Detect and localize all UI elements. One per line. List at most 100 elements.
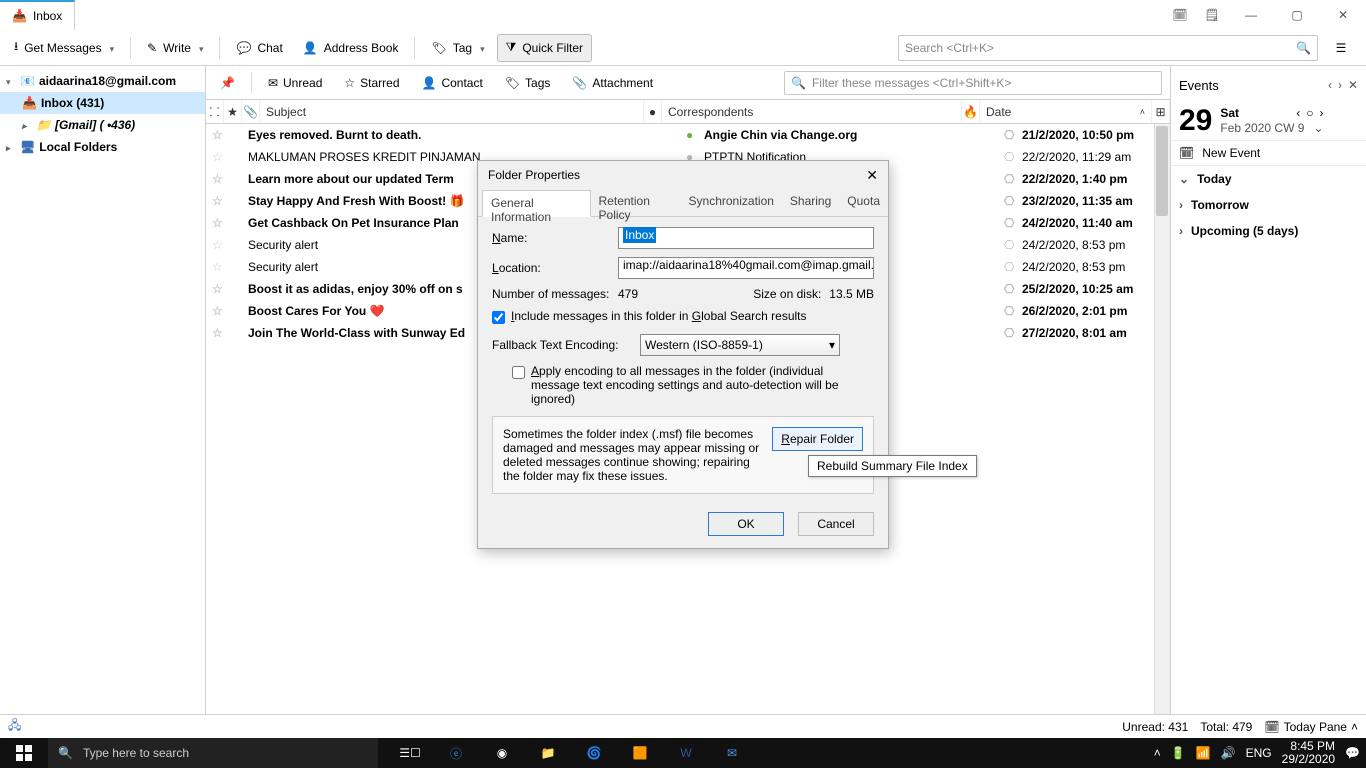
today-section[interactable]: Today [1171, 166, 1366, 192]
star-toggle[interactable]: ☆ [206, 172, 224, 186]
star-toggle[interactable]: ☆ [206, 326, 224, 340]
wifi-icon[interactable]: 📶 [1196, 746, 1211, 760]
folder-location-input[interactable]: imap://aidaarina18%40gmail.com@imap.gmai… [618, 257, 874, 279]
local-folders[interactable]: 🖥 Local Folders [0, 136, 205, 158]
filter-contact[interactable]: 👤Contact [416, 70, 489, 96]
filter-starred[interactable]: ☆Starred [338, 70, 405, 96]
star-toggle[interactable]: ☆ [206, 150, 224, 164]
tab-quota[interactable]: Quota [839, 189, 888, 216]
star-toggle[interactable]: ☆ [206, 260, 224, 274]
maximize-button[interactable]: ▢ [1274, 0, 1320, 30]
tab-retention[interactable]: Retention Policy [591, 189, 681, 216]
thread-icon: ⎔ [998, 150, 1016, 164]
explorer-icon[interactable]: 📁 [526, 738, 570, 768]
star-toggle[interactable]: ☆ [206, 128, 224, 142]
tray-chevron-up-icon[interactable]: ˄ [1154, 746, 1161, 760]
taskbar-clock[interactable]: 8:45 PM 29/2/2020 [1282, 740, 1335, 766]
edge-icon[interactable]: ⓔ [434, 738, 478, 768]
thunderbird-icon[interactable]: ✉ [710, 738, 754, 768]
tag-button[interactable]: 🏷 Tag [423, 34, 492, 62]
start-button[interactable] [0, 738, 48, 768]
col-subject[interactable]: Subject [260, 100, 644, 123]
close-pane-icon[interactable]: ✕ [1348, 78, 1358, 92]
apply-encoding-checkbox[interactable] [512, 366, 525, 379]
quick-filter-button[interactable]: ⧩ Quick Filter [497, 34, 592, 62]
star-toggle[interactable]: ☆ [206, 216, 224, 230]
cancel-button[interactable]: Cancel [798, 512, 874, 536]
message-filter-input[interactable]: 🔍 Filter these messages <Ctrl+Shift+K> [784, 71, 1162, 95]
global-search-input[interactable]: Search <Ctrl+K> 🔍 [898, 35, 1318, 61]
scrollbar-thumb[interactable] [1156, 126, 1168, 216]
new-event-button[interactable]: 🗓 New Event [1171, 140, 1366, 166]
tab-sharing[interactable]: Sharing [782, 189, 839, 216]
task-view-icon[interactable]: ☰☐ [388, 738, 432, 768]
filter-unread[interactable]: ✉Unread [262, 70, 328, 96]
app-menu-button[interactable]: ☰ [1326, 34, 1356, 62]
col-star[interactable]: ★ [224, 100, 242, 123]
chrome-icon[interactable]: ◉ [480, 738, 524, 768]
action-center-icon[interactable]: 💬 [1345, 746, 1360, 760]
tomorrow-section[interactable]: Tomorrow [1171, 192, 1366, 218]
col-junk[interactable]: 🔥 [962, 100, 980, 123]
dialog-close-button[interactable]: ✕ [866, 167, 878, 184]
scrollbar[interactable] [1154, 124, 1170, 714]
online-status-icon[interactable]: 🖧 [8, 716, 21, 737]
inbox-folder[interactable]: 📥 Inbox (431) [0, 92, 205, 114]
col-correspondents[interactable]: Correspondents [662, 100, 962, 123]
message-row[interactable]: ☆Eyes removed. Burnt to death.●Angie Chi… [206, 124, 1170, 146]
app-icon-1[interactable]: 🌀 [572, 738, 616, 768]
app-icon-2[interactable]: 🟧 [618, 738, 662, 768]
upcoming-section[interactable]: Upcoming (5 days) [1171, 218, 1366, 244]
ok-button[interactable]: OK [708, 512, 784, 536]
account-row[interactable]: 📧 aidaarina18@gmail.com [0, 70, 205, 92]
chat-button[interactable]: 💬 Chat [228, 34, 290, 62]
address-book-button[interactable]: 👤 Address Book [295, 34, 407, 62]
filter-tags[interactable]: 🏷Tags [499, 70, 557, 96]
gmail-folder[interactable]: 📁 [Gmail] ( •436) [0, 114, 205, 136]
volume-icon[interactable]: 🔊 [1221, 746, 1236, 760]
get-messages-button[interactable]: ⭳ Get Messages [6, 34, 122, 62]
cal-prev-icon[interactable]: ‹ [1296, 106, 1300, 120]
battery-icon[interactable]: 🔋 [1171, 746, 1186, 760]
word-icon[interactable]: W [664, 738, 708, 768]
repair-folder-button[interactable]: Repair Folder [772, 427, 863, 451]
prev-icon[interactable]: ‹ [1328, 78, 1332, 92]
star-toggle[interactable]: ☆ [206, 194, 224, 208]
language-indicator[interactable]: ENG [1246, 746, 1272, 760]
paperclip-icon: 📎 [572, 76, 587, 90]
twisty-icon[interactable] [6, 74, 16, 88]
include-global-search-checkbox[interactable] [492, 311, 505, 324]
folder-name-value: Inbox [623, 227, 656, 243]
apply-encoding-label: Apply encoding to all messages in the fo… [531, 364, 874, 406]
window-tab-inbox[interactable]: 📥 Inbox [0, 0, 75, 30]
col-thread[interactable]: ⸬ [206, 100, 224, 123]
close-button[interactable]: ✕ [1320, 0, 1366, 30]
col-read[interactable]: ● [644, 100, 662, 123]
pin-filter-button[interactable]: 📌 [214, 70, 241, 96]
star-toggle[interactable]: ☆ [206, 238, 224, 252]
folder-name-input[interactable]: Inbox [618, 227, 874, 249]
star-toggle[interactable]: ☆ [206, 282, 224, 296]
star-toggle[interactable]: ☆ [206, 304, 224, 318]
tab-sync[interactable]: Synchronization [681, 189, 782, 216]
col-date[interactable]: Date˄ [980, 100, 1152, 123]
fallback-encoding-select[interactable]: Western (ISO-8859-1) ▾ [640, 334, 840, 356]
col-picker[interactable]: ⊞ [1152, 100, 1170, 123]
cal-next-icon[interactable]: › [1320, 106, 1324, 120]
cal-today-icon[interactable]: ○ [1306, 106, 1313, 120]
read-dot[interactable]: ● [680, 128, 698, 142]
minimize-button[interactable]: — [1228, 0, 1274, 30]
tab-general[interactable]: General Information [482, 190, 591, 217]
today-pane-toggle[interactable]: 🗓Today Pane ˄ [1264, 720, 1358, 734]
chevron-down-icon[interactable]: ⌄ [1313, 121, 1323, 135]
twisty-icon[interactable] [6, 140, 16, 154]
next-icon[interactable]: › [1338, 78, 1342, 92]
twisty-icon[interactable] [22, 118, 32, 132]
calendar-window-icon[interactable]: 🗓 [1164, 0, 1196, 30]
write-button[interactable]: ✎ Write [139, 34, 211, 62]
taskbar-search[interactable]: 🔍 Type here to search [48, 738, 378, 768]
col-attach[interactable]: 📎 [242, 100, 260, 123]
filter-attachment[interactable]: 📎Attachment [566, 70, 659, 96]
search-icon: 🔍 [58, 746, 73, 760]
tasks-window-icon[interactable]: 🗒 [1196, 0, 1228, 30]
